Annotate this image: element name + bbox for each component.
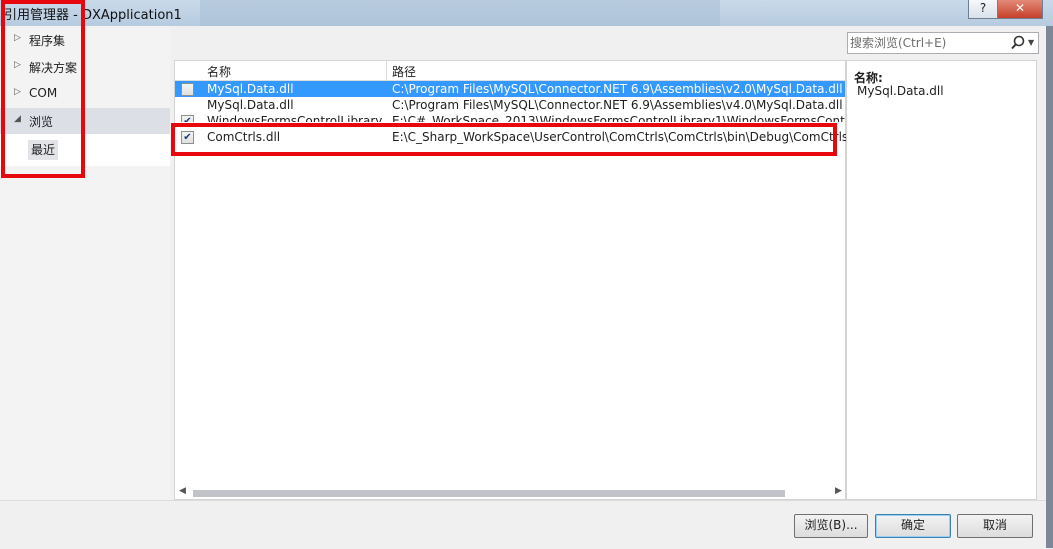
- expand-arrow-icon[interactable]: ▷: [14, 60, 22, 70]
- expand-arrow-icon[interactable]: ▷: [14, 33, 22, 43]
- category-nav: ▷ 程序集 ▷ 解决方案 ▷ COM ◢ 浏览 最近: [0, 26, 170, 520]
- include-checkbox[interactable]: ✔: [181, 131, 194, 144]
- button-bar: 浏览(B)... 确定 取消: [0, 500, 1053, 549]
- column-header-name[interactable]: 名称: [207, 63, 231, 80]
- reference-list: 名称 路径 MySql.Data.dll C:\Program Files\My…: [174, 60, 866, 500]
- nav-item-com[interactable]: ▷ COM: [0, 81, 170, 107]
- list-row[interactable]: MySql.Data.dll C:\Program Files\MySQL\Co…: [175, 81, 845, 97]
- reference-name: MySql.Data.dll: [207, 98, 294, 112]
- nav-item-assemblies[interactable]: ▷ 程序集: [0, 27, 170, 53]
- nav-subitem-recent[interactable]: 最近: [28, 140, 58, 160]
- column-divider[interactable]: [386, 61, 387, 80]
- scroll-right-icon[interactable]: ▶: [835, 486, 842, 496]
- list-row[interactable]: ✔ ComCtrls.dll E:\C_Sharp_WorkSpace\User…: [175, 129, 866, 145]
- reference-name: WindowsFormsControlLibrary: [207, 114, 383, 122]
- nav-item-label: COM: [29, 86, 58, 100]
- detail-name-value: MySql.Data.dll: [857, 84, 944, 98]
- reference-path: C:\Program Files\MySQL\Connector.NET 6.9…: [392, 98, 843, 112]
- window-title: 引用管理器 - DXApplication1: [4, 8, 182, 23]
- reference-manager-window: 引用管理器 - DXApplication1 ? ✕ ▷ 程序集 ▷ 解决方案 …: [0, 0, 1053, 549]
- search-icon[interactable]: [1010, 34, 1026, 52]
- help-button[interactable]: ?: [968, 0, 998, 19]
- nav-subitems: [0, 134, 170, 166]
- column-header-path[interactable]: 路径: [392, 63, 416, 80]
- close-button[interactable]: ✕: [997, 0, 1043, 19]
- scroll-left-icon[interactable]: ◀: [179, 486, 186, 496]
- reference-name: MySql.Data.dll: [207, 82, 294, 96]
- nav-item-label: 解决方案: [29, 61, 78, 75]
- ok-button[interactable]: 确定: [875, 514, 951, 538]
- expand-arrow-icon[interactable]: ▷: [14, 87, 22, 97]
- list-header: 名称 路径: [175, 61, 845, 81]
- nav-item-browse[interactable]: ◢ 浏览: [0, 108, 170, 134]
- title-bar: 引用管理器 - DXApplication1 ? ✕: [0, 0, 1053, 26]
- nav-item-label: 程序集: [29, 34, 66, 48]
- scrollbar-thumb[interactable]: [193, 490, 785, 497]
- details-pane: 名称: MySql.Data.dll: [846, 60, 1037, 500]
- search-input[interactable]: [850, 34, 1008, 51]
- browse-button[interactable]: 浏览(B)...: [794, 514, 868, 538]
- collapse-arrow-icon[interactable]: ◢: [14, 114, 22, 124]
- list-row[interactable]: MySql.Data.dll C:\Program Files\MySQL\Co…: [175, 97, 845, 113]
- reference-name: ComCtrls.dll: [207, 130, 281, 144]
- reference-path: E:\C_Sharp_WorkSpace\UserControl\ComCtrl…: [392, 130, 867, 144]
- reference-path: C:\Program Files\MySQL\Connector.NET 6.9…: [392, 82, 843, 96]
- nav-item-solution[interactable]: ▷ 解决方案: [0, 54, 170, 80]
- search-options-dropdown-icon[interactable]: ▼: [1028, 38, 1034, 47]
- include-checkbox[interactable]: [181, 83, 194, 96]
- include-checkbox[interactable]: ✔: [181, 115, 194, 122]
- background-window-snippet: [200, 0, 720, 26]
- nav-item-label: 浏览: [29, 115, 54, 129]
- reference-path: E:\C#_WorkSpace_2013\WindowsFormsControl…: [392, 114, 845, 122]
- cancel-button[interactable]: 取消: [957, 514, 1033, 538]
- horizontal-scrollbar[interactable]: ◀ ▶: [175, 485, 845, 499]
- list-row[interactable]: ✔ WindowsFormsControlLibrary E:\C#_WorkS…: [175, 113, 845, 122]
- search-box[interactable]: ▼: [847, 32, 1039, 54]
- window-edge: [1046, 26, 1053, 548]
